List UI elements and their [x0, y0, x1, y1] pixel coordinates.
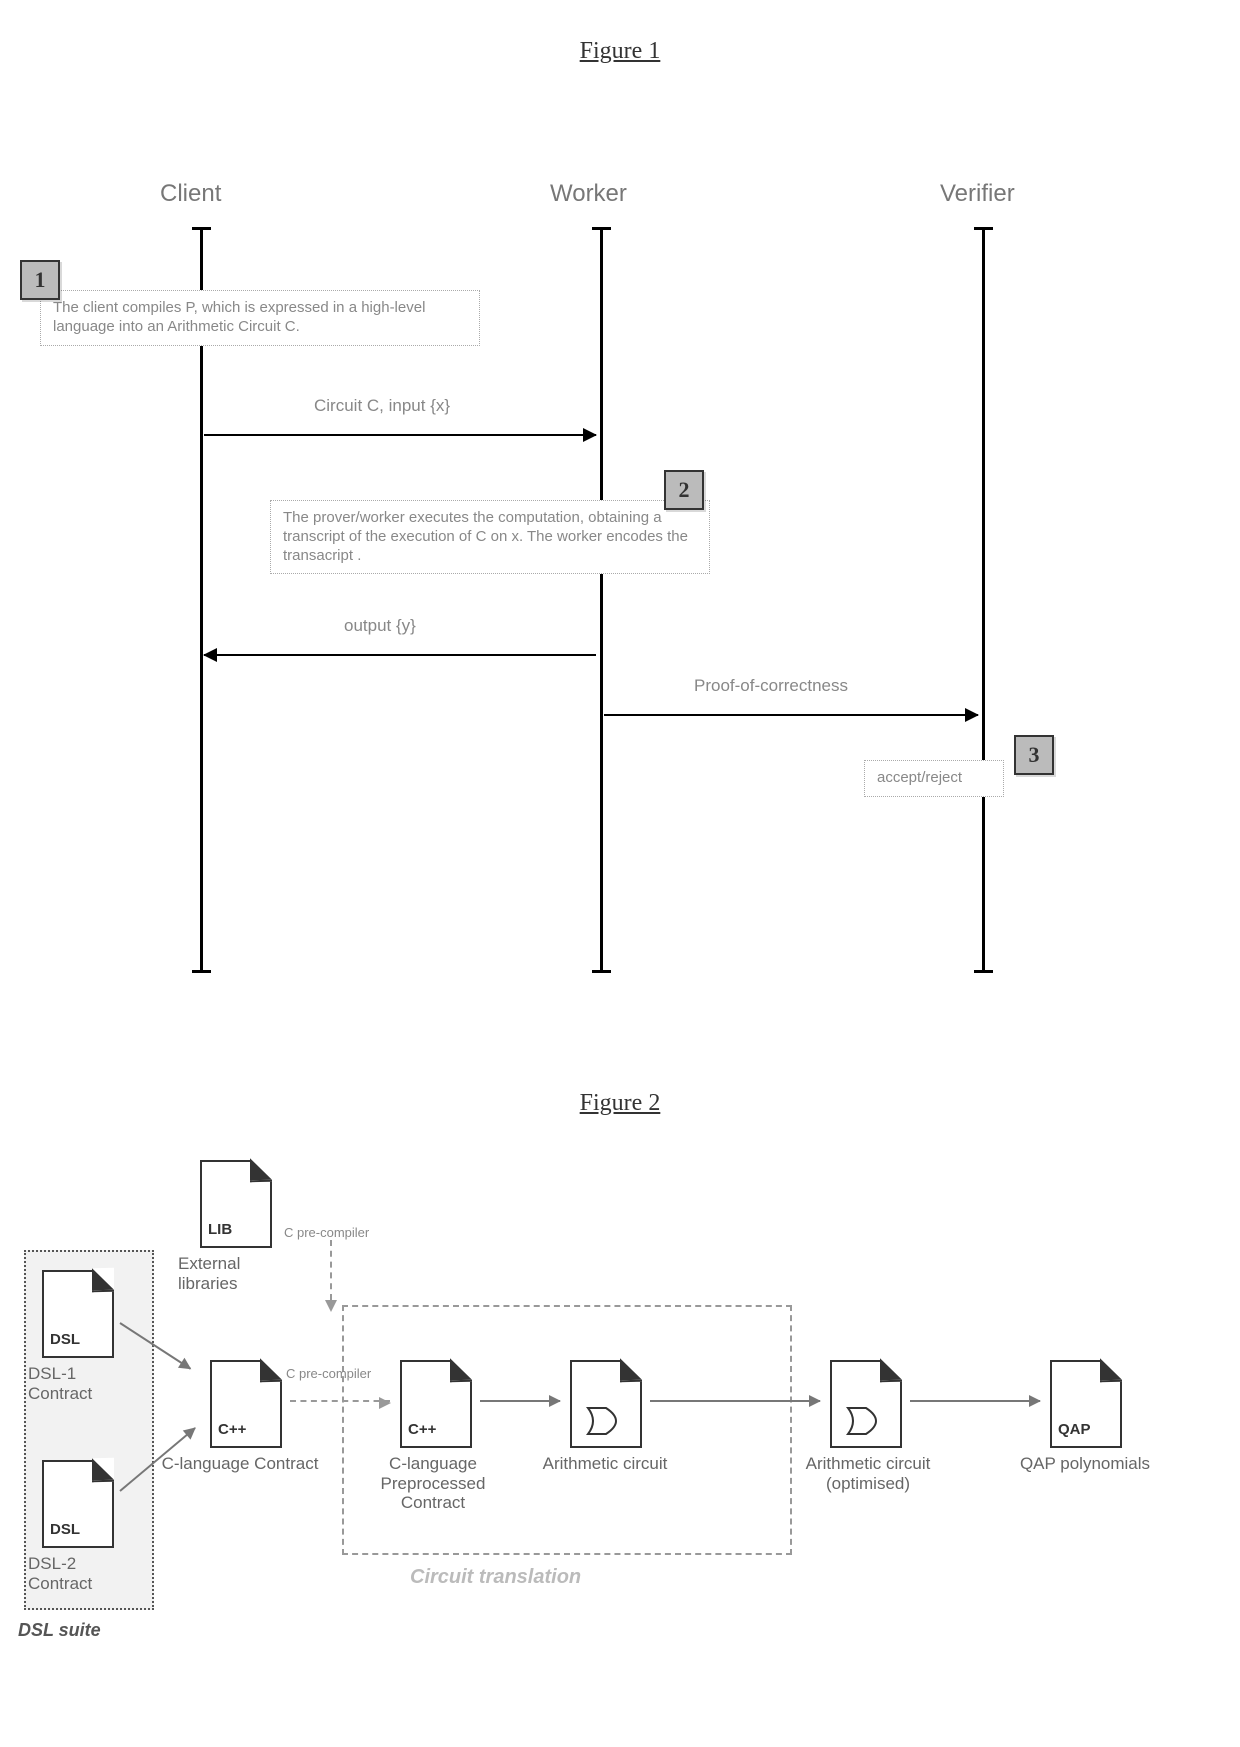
doc-lib-tag: LIB — [208, 1221, 232, 1238]
doc-dsl2-contract: DSL — [42, 1460, 114, 1548]
lifeline-worker — [600, 230, 603, 970]
arrow-opt-to-qap — [910, 1400, 1040, 1402]
doc-qap-polynomials: QAP — [1050, 1360, 1122, 1448]
flow-diagram: DSL suite Circuit translation LIB Extern… — [0, 1190, 1240, 1690]
message-output-y: output {y} — [204, 640, 596, 672]
message-circuit-c-label: Circuit C, input {x} — [314, 396, 450, 416]
arrow-lib-down — [330, 1240, 332, 1300]
arrow-ac-to-opt — [650, 1400, 820, 1402]
doc-dsl2-caption: DSL-2 Contract — [28, 1554, 128, 1593]
doc-dsl1-contract: DSL — [42, 1270, 114, 1358]
doc-dsl1-caption: DSL-1 Contract — [28, 1364, 128, 1403]
message-output-y-label: output {y} — [344, 616, 416, 636]
figure2-title: Figure 2 — [0, 1090, 1240, 1117]
doc-cpp2-caption: C-language Preprocessed Contract — [348, 1454, 518, 1513]
doc-c-language-preprocessed: C++ — [400, 1360, 472, 1448]
step-badge-1: 1 — [20, 260, 60, 300]
step-note-2: The prover/worker executes the computati… — [270, 500, 710, 574]
doc-arithmetic-circuit — [570, 1360, 642, 1448]
doc-qap-caption: QAP polynomials — [1000, 1454, 1170, 1474]
doc-dsl2-tag: DSL — [50, 1521, 80, 1538]
role-client: Client — [160, 180, 221, 208]
role-worker: Worker — [550, 180, 627, 208]
or-gate-icon — [846, 1406, 890, 1436]
doc-lib-caption: External libraries — [178, 1254, 298, 1293]
doc-dsl1-tag: DSL — [50, 1331, 80, 1348]
precompiler-label-top: C pre-compiler — [284, 1225, 369, 1240]
doc-ac2-caption: Arithmetic circuit (optimised) — [788, 1454, 948, 1493]
step-badge-2: 2 — [664, 470, 704, 510]
circuit-translation-label: Circuit translation — [410, 1566, 581, 1589]
doc-qap-tag: QAP — [1058, 1421, 1091, 1438]
message-proof-label: Proof-of-correctness — [694, 676, 848, 696]
arrow-cpp-to-pre — [290, 1400, 390, 1402]
lifeline-verifier — [982, 230, 985, 970]
step-note-3: accept/reject — [864, 760, 1004, 797]
message-proof: Proof-of-correctness — [604, 700, 978, 732]
doc-cpp1-tag: C++ — [218, 1421, 246, 1438]
role-verifier: Verifier — [940, 180, 1015, 208]
arrow-pre-to-ac — [480, 1400, 560, 1402]
or-gate-icon — [586, 1406, 630, 1436]
sequence-diagram: Client Worker Verifier 1 The client comp… — [0, 180, 1240, 980]
message-circuit-c: Circuit C, input {x} — [204, 420, 596, 452]
precompiler-label-mid: C pre-compiler — [286, 1366, 371, 1381]
doc-cpp2-tag: C++ — [408, 1421, 436, 1438]
doc-ac1-caption: Arithmetic circuit — [530, 1454, 680, 1474]
doc-c-language-contract: C++ — [210, 1360, 282, 1448]
step-note-1: The client compiles P, which is expresse… — [40, 290, 480, 346]
dsl-suite-label: DSL suite — [18, 1620, 101, 1641]
doc-external-libraries: LIB — [200, 1160, 272, 1248]
doc-arithmetic-circuit-opt — [830, 1360, 902, 1448]
step-badge-3: 3 — [1014, 735, 1054, 775]
doc-cpp1-caption: C-language Contract — [160, 1454, 320, 1474]
figure1-title: Figure 1 — [0, 38, 1240, 65]
